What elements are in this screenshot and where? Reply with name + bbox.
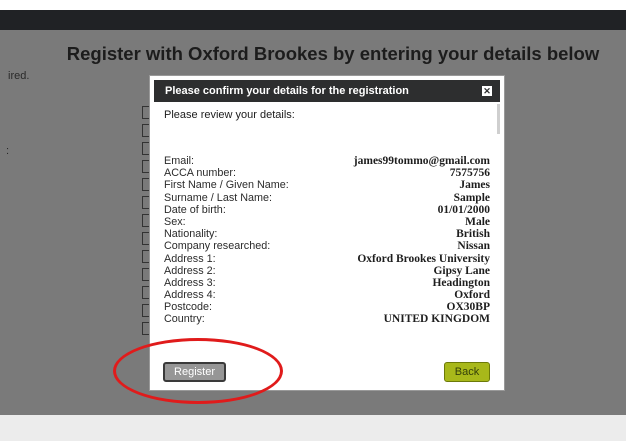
detail-value: Headington bbox=[432, 276, 490, 289]
detail-label: Nationality: bbox=[164, 228, 218, 241]
detail-row: First Name / Given Name: James bbox=[164, 179, 490, 191]
detail-value: Nissan bbox=[457, 240, 490, 253]
detail-value: Gipsy Lane bbox=[433, 264, 490, 277]
detail-row: ACCA number: 7575756 bbox=[164, 167, 490, 179]
detail-label: First Name / Given Name: bbox=[164, 179, 289, 192]
highlight-annotation-circle bbox=[113, 338, 283, 404]
dialog-intro: Please review your details: bbox=[164, 109, 295, 121]
detail-label: Date of birth: bbox=[164, 203, 226, 216]
top-bar bbox=[0, 10, 626, 30]
dialog-title: Please confirm your details for the regi… bbox=[165, 85, 409, 97]
detail-label: Surname / Last Name: bbox=[164, 191, 273, 204]
detail-row: Country: UNITED KINGDOM bbox=[164, 313, 490, 325]
detail-row: Surname / Last Name: Sample bbox=[164, 192, 490, 204]
detail-label: Postcode: bbox=[164, 301, 213, 314]
detail-value: OX30BP bbox=[446, 301, 490, 314]
detail-row: Company researched: Nissan bbox=[164, 240, 490, 252]
detail-label: Address 1: bbox=[164, 252, 216, 265]
detail-row: Nationality: British bbox=[164, 228, 490, 240]
detail-label: Address 3: bbox=[164, 276, 216, 289]
detail-label: Email: bbox=[164, 155, 194, 167]
detail-row: Address 2: Gipsy Lane bbox=[164, 265, 490, 277]
detail-value: Male bbox=[465, 215, 490, 228]
detail-value: Oxford Brookes University bbox=[357, 252, 490, 265]
detail-value: Sample bbox=[453, 191, 490, 204]
close-icon[interactable]: ✕ bbox=[482, 86, 492, 96]
scrollbar[interactable] bbox=[497, 104, 500, 134]
detail-value: Oxford bbox=[454, 289, 490, 302]
details-list: Email: james99tommo@gmail.com ACCA number… bbox=[164, 155, 490, 326]
detail-value: British bbox=[456, 228, 490, 241]
dialog-header: Please confirm your details for the regi… bbox=[154, 80, 500, 102]
required-note: ired. bbox=[8, 70, 30, 82]
background-label: : bbox=[6, 145, 10, 157]
detail-row: Sex: Male bbox=[164, 216, 490, 228]
back-button[interactable]: Back bbox=[444, 362, 490, 382]
detail-label: Country: bbox=[164, 313, 205, 326]
detail-value: James bbox=[459, 179, 490, 192]
detail-row: Address 3: Headington bbox=[164, 277, 490, 289]
detail-row: Postcode: OX30BP bbox=[164, 301, 490, 313]
detail-row: Address 4: Oxford bbox=[164, 289, 490, 301]
detail-label: Company researched: bbox=[164, 240, 271, 253]
detail-value: james99tommo@gmail.com bbox=[353, 155, 490, 167]
detail-row: Date of birth: 01/01/2000 bbox=[164, 204, 490, 216]
page-footer bbox=[0, 415, 626, 441]
detail-row: Address 1: Oxford Brookes University bbox=[164, 253, 490, 265]
detail-value: UNITED KINGDOM bbox=[383, 313, 490, 326]
detail-label: Address 2: bbox=[164, 264, 216, 277]
detail-label: Address 4: bbox=[164, 289, 216, 302]
detail-label: Sex: bbox=[164, 215, 186, 228]
detail-row: Email: james99tommo@gmail.com bbox=[164, 155, 490, 167]
detail-value: 7575756 bbox=[449, 167, 490, 180]
page-title: Register with Oxford Brookes by entering… bbox=[66, 43, 600, 64]
detail-value: 01/01/2000 bbox=[437, 203, 490, 216]
detail-label: ACCA number: bbox=[164, 167, 237, 180]
